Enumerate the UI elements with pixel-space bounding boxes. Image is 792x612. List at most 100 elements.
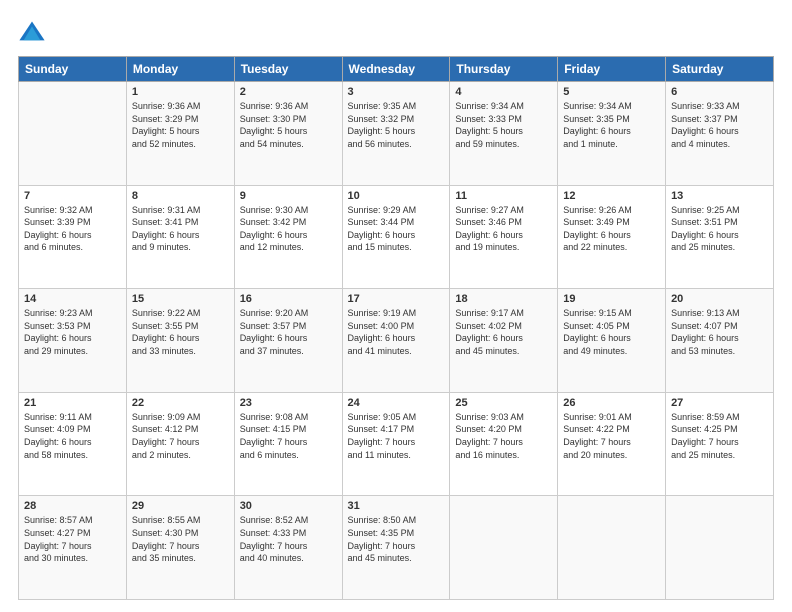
calendar-cell: 27 Sunrise: 8:59 AMSunset: 4:25 PMDayligh…: [666, 392, 774, 496]
day-number: 2: [240, 86, 337, 98]
day-number: 29: [132, 500, 229, 512]
calendar-cell: 13 Sunrise: 9:25 AMSunset: 3:51 PMDayligh…: [666, 185, 774, 289]
calendar-cell: 14 Sunrise: 9:23 AMSunset: 3:53 PMDayligh…: [19, 289, 127, 393]
day-number: 21: [24, 397, 121, 409]
calendar-cell: 2Sunrise: 9:36 AMSunset: 3:30 PMDaylight…: [234, 82, 342, 186]
day-number: 8: [132, 190, 229, 202]
day-number: 27: [671, 397, 768, 409]
day-info: Sunrise: 9:23 AMSunset: 3:53 PMDaylight:…: [24, 307, 121, 357]
day-info: Sunrise: 9:05 AMSunset: 4:17 PMDaylight:…: [348, 411, 445, 461]
day-number: 30: [240, 500, 337, 512]
day-number: 1: [132, 86, 229, 98]
day-info: Sunrise: 8:52 AMSunset: 4:33 PMDaylight:…: [240, 514, 337, 564]
day-info: Sunrise: 9:29 AMSunset: 3:44 PMDaylight:…: [348, 204, 445, 254]
day-info: Sunrise: 8:57 AMSunset: 4:27 PMDaylight:…: [24, 514, 121, 564]
week-row-3: 14 Sunrise: 9:23 AMSunset: 3:53 PMDayligh…: [19, 289, 774, 393]
calendar-cell: 10 Sunrise: 9:29 AMSunset: 3:44 PMDayligh…: [342, 185, 450, 289]
day-number: 10: [348, 190, 445, 202]
day-info: Sunrise: 9:13 AMSunset: 4:07 PMDaylight:…: [671, 307, 768, 357]
calendar-cell: 18 Sunrise: 9:17 AMSunset: 4:02 PMDayligh…: [450, 289, 558, 393]
day-info: Sunrise: 9:35 AMSunset: 3:32 PMDaylight:…: [348, 100, 445, 150]
calendar-cell: [666, 496, 774, 600]
day-number: 9: [240, 190, 337, 202]
day-number: 28: [24, 500, 121, 512]
calendar-cell: 6Sunrise: 9:33 AMSunset: 3:37 PMDaylight…: [666, 82, 774, 186]
day-info: Sunrise: 9:34 AMSunset: 3:35 PMDaylight:…: [563, 100, 660, 150]
calendar-cell: 25 Sunrise: 9:03 AMSunset: 4:20 PMDayligh…: [450, 392, 558, 496]
day-info: Sunrise: 9:36 AMSunset: 3:29 PMDaylight:…: [132, 100, 229, 150]
day-info: Sunrise: 9:26 AMSunset: 3:49 PMDaylight:…: [563, 204, 660, 254]
calendar-cell: 19Sunrise: 9:15 AMSunset: 4:05 PMDayligh…: [558, 289, 666, 393]
calendar-cell: [450, 496, 558, 600]
day-info: Sunrise: 9:09 AMSunset: 4:12 PMDaylight:…: [132, 411, 229, 461]
day-info: Sunrise: 8:50 AMSunset: 4:35 PMDaylight:…: [348, 514, 445, 564]
day-info: Sunrise: 8:59 AMSunset: 4:25 PMDaylight:…: [671, 411, 768, 461]
day-info: Sunrise: 9:31 AMSunset: 3:41 PMDaylight:…: [132, 204, 229, 254]
day-number: 3: [348, 86, 445, 98]
day-info: Sunrise: 9:34 AMSunset: 3:33 PMDaylight:…: [455, 100, 552, 150]
day-info: Sunrise: 9:22 AMSunset: 3:55 PMDaylight:…: [132, 307, 229, 357]
week-row-2: 7Sunrise: 9:32 AMSunset: 3:39 PMDaylight…: [19, 185, 774, 289]
day-number: 16: [240, 293, 337, 305]
calendar-cell: [558, 496, 666, 600]
calendar-cell: 26Sunrise: 9:01 AMSunset: 4:22 PMDayligh…: [558, 392, 666, 496]
day-header-thursday: Thursday: [450, 57, 558, 82]
calendar-cell: 28 Sunrise: 8:57 AMSunset: 4:27 PMDayligh…: [19, 496, 127, 600]
calendar-cell: 30 Sunrise: 8:52 AMSunset: 4:33 PMDayligh…: [234, 496, 342, 600]
day-number: 4: [455, 86, 552, 98]
day-info: Sunrise: 9:27 AMSunset: 3:46 PMDaylight:…: [455, 204, 552, 254]
day-number: 19: [563, 293, 660, 305]
calendar-cell: 8 Sunrise: 9:31 AMSunset: 3:41 PMDaylight…: [126, 185, 234, 289]
calendar-table: SundayMondayTuesdayWednesdayThursdayFrid…: [18, 56, 774, 600]
day-number: 23: [240, 397, 337, 409]
calendar-cell: 9Sunrise: 9:30 AMSunset: 3:42 PMDaylight…: [234, 185, 342, 289]
week-row-4: 21 Sunrise: 9:11 AMSunset: 4:09 PMDayligh…: [19, 392, 774, 496]
day-number: 11: [455, 190, 552, 202]
day-info: Sunrise: 9:25 AMSunset: 3:51 PMDaylight:…: [671, 204, 768, 254]
day-info: Sunrise: 9:20 AMSunset: 3:57 PMDaylight:…: [240, 307, 337, 357]
day-number: 25: [455, 397, 552, 409]
day-number: 15: [132, 293, 229, 305]
calendar-cell: 29Sunrise: 8:55 AMSunset: 4:30 PMDayligh…: [126, 496, 234, 600]
calendar-cell: 31 Sunrise: 8:50 AMSunset: 4:35 PMDayligh…: [342, 496, 450, 600]
day-number: 13: [671, 190, 768, 202]
day-header-monday: Monday: [126, 57, 234, 82]
day-number: 6: [671, 86, 768, 98]
day-number: 17: [348, 293, 445, 305]
day-number: 14: [24, 293, 121, 305]
day-number: 22: [132, 397, 229, 409]
calendar-cell: 17Sunrise: 9:19 AMSunset: 4:00 PMDayligh…: [342, 289, 450, 393]
day-info: Sunrise: 9:17 AMSunset: 4:02 PMDaylight:…: [455, 307, 552, 357]
calendar-cell: 11 Sunrise: 9:27 AMSunset: 3:46 PMDayligh…: [450, 185, 558, 289]
header: [18, 18, 774, 46]
calendar-cell: 5 Sunrise: 9:34 AMSunset: 3:35 PMDaylight…: [558, 82, 666, 186]
calendar-cell: 20 Sunrise: 9:13 AMSunset: 4:07 PMDayligh…: [666, 289, 774, 393]
page: SundayMondayTuesdayWednesdayThursdayFrid…: [0, 0, 792, 612]
calendar-cell: 24 Sunrise: 9:05 AMSunset: 4:17 PMDayligh…: [342, 392, 450, 496]
day-info: Sunrise: 9:03 AMSunset: 4:20 PMDaylight:…: [455, 411, 552, 461]
day-number: 5: [563, 86, 660, 98]
day-header-saturday: Saturday: [666, 57, 774, 82]
day-number: 31: [348, 500, 445, 512]
day-info: Sunrise: 9:11 AMSunset: 4:09 PMDaylight:…: [24, 411, 121, 461]
day-number: 20: [671, 293, 768, 305]
day-number: 18: [455, 293, 552, 305]
calendar-cell: 4 Sunrise: 9:34 AMSunset: 3:33 PMDaylight…: [450, 82, 558, 186]
day-info: Sunrise: 9:32 AMSunset: 3:39 PMDaylight:…: [24, 204, 121, 254]
logo: [18, 18, 50, 46]
day-number: 26: [563, 397, 660, 409]
calendar-cell: [19, 82, 127, 186]
calendar-cell: 22 Sunrise: 9:09 AMSunset: 4:12 PMDayligh…: [126, 392, 234, 496]
calendar-header-row: SundayMondayTuesdayWednesdayThursdayFrid…: [19, 57, 774, 82]
calendar-cell: 15 Sunrise: 9:22 AMSunset: 3:55 PMDayligh…: [126, 289, 234, 393]
week-row-5: 28 Sunrise: 8:57 AMSunset: 4:27 PMDayligh…: [19, 496, 774, 600]
day-header-wednesday: Wednesday: [342, 57, 450, 82]
calendar-cell: 3 Sunrise: 9:35 AMSunset: 3:32 PMDaylight…: [342, 82, 450, 186]
day-number: 24: [348, 397, 445, 409]
day-number: 12: [563, 190, 660, 202]
calendar-cell: 16 Sunrise: 9:20 AMSunset: 3:57 PMDayligh…: [234, 289, 342, 393]
calendar-cell: 12 Sunrise: 9:26 AMSunset: 3:49 PMDayligh…: [558, 185, 666, 289]
day-header-sunday: Sunday: [19, 57, 127, 82]
day-info: Sunrise: 9:08 AMSunset: 4:15 PMDaylight:…: [240, 411, 337, 461]
calendar-cell: 23 Sunrise: 9:08 AMSunset: 4:15 PMDayligh…: [234, 392, 342, 496]
